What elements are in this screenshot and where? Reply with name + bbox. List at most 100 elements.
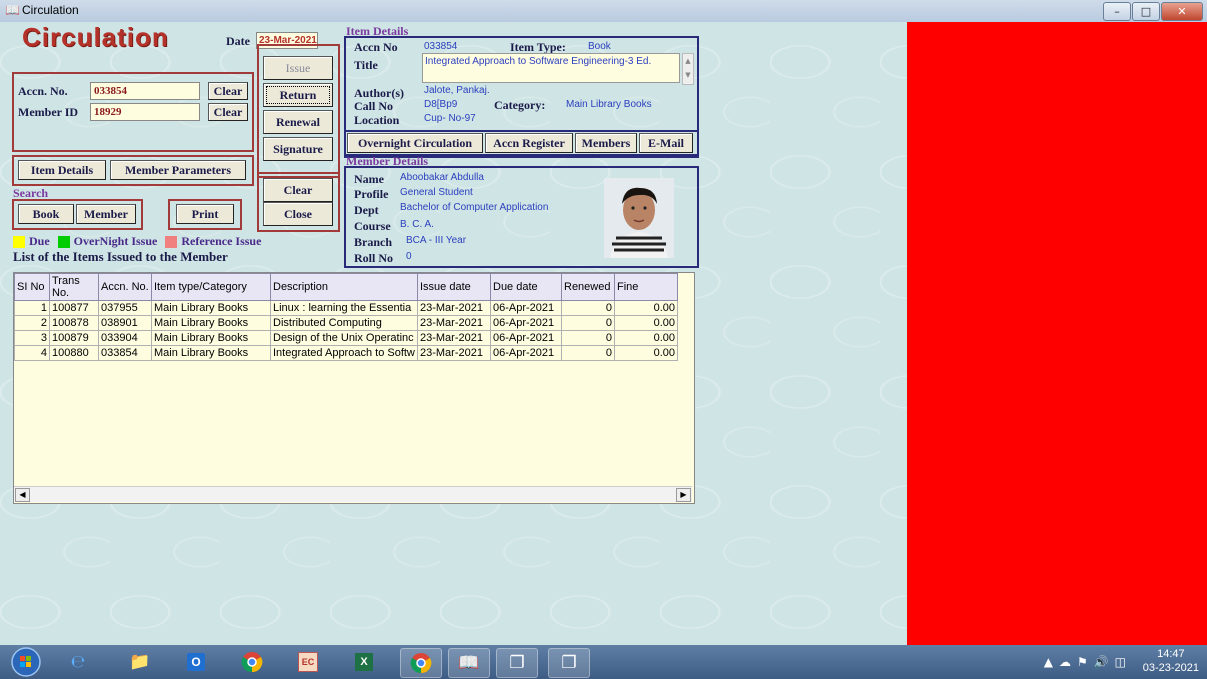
overnight-circulation-button[interactable]: Overnight Circulation bbox=[347, 133, 483, 153]
cell-item-type: Main Library Books bbox=[151, 345, 271, 361]
cell-due-date: 06-Apr-2021 bbox=[490, 315, 562, 331]
cell-fine: 0.00 bbox=[614, 300, 678, 316]
category-label: Category: bbox=[494, 98, 546, 112]
start-orb-icon[interactable] bbox=[8, 647, 44, 677]
col-header-description[interactable]: Description bbox=[270, 273, 418, 301]
calendar-app-icon[interactable]: EC bbox=[288, 648, 328, 676]
library-app-icon[interactable]: 📖 bbox=[448, 648, 490, 678]
reference-legend-label: Reference Issue bbox=[181, 234, 262, 248]
table-horizontal-scrollbar[interactable]: ◀ ▶ bbox=[14, 486, 692, 502]
cell-fine: 0.00 bbox=[614, 315, 678, 331]
table-row[interactable]: 3 100879 033904 Main Library Books Desig… bbox=[14, 330, 678, 346]
member-id-input[interactable]: 18929 bbox=[90, 103, 200, 121]
chrome-alt-icon[interactable] bbox=[400, 648, 442, 678]
accn-clear-button[interactable]: Clear bbox=[208, 82, 248, 100]
accn-input[interactable]: 033854 bbox=[90, 82, 200, 100]
circulation-form: Circulation Date 23-Mar-2021 Accn. No. 0… bbox=[0, 22, 907, 645]
col-header-sl-no[interactable]: SI No bbox=[14, 273, 50, 301]
signature-button[interactable]: Signature bbox=[263, 137, 333, 161]
cell-trans-no: 100878 bbox=[49, 315, 99, 331]
tray-date: 03-23-2021 bbox=[1142, 662, 1199, 674]
red-side-panel bbox=[907, 22, 1207, 645]
item-title-label: Title bbox=[354, 58, 378, 72]
member-parameters-button[interactable]: Member Parameters bbox=[110, 160, 246, 180]
cell-trans-no: 100877 bbox=[49, 300, 99, 316]
tray-clock[interactable]: 14:47 03-23-2021 bbox=[1143, 647, 1199, 675]
internet-explorer-icon[interactable]: ℮ bbox=[58, 648, 98, 676]
member-clear-button[interactable]: Clear bbox=[208, 103, 248, 121]
item-details-button[interactable]: Item Details bbox=[18, 160, 106, 180]
tray-time: 14:47 bbox=[1157, 648, 1185, 660]
cell-accn-no: 033904 bbox=[98, 330, 152, 346]
col-header-item-type[interactable]: Item type/Category bbox=[151, 273, 271, 301]
book-icon: 📖 bbox=[5, 3, 20, 17]
cell-renewed: 0 bbox=[561, 330, 615, 346]
return-button[interactable]: Return bbox=[263, 83, 333, 107]
file-explorer-icon[interactable]: 📁 bbox=[120, 648, 160, 676]
outlook-icon[interactable]: O bbox=[176, 648, 216, 676]
date-label: Date bbox=[226, 34, 250, 48]
col-header-issue-date[interactable]: Issue date bbox=[417, 273, 491, 301]
cell-description: Integrated Approach to Softw bbox=[270, 345, 418, 361]
email-button[interactable]: E-Mail bbox=[639, 133, 693, 153]
taskbar: ℮ 📁 O EC X 📖 ❐ ❐ ▲☁⚑🔊◫ 14:47 03-23-2021 bbox=[0, 645, 1207, 679]
cell-due-date: 06-Apr-2021 bbox=[490, 330, 562, 346]
item-title-field[interactable]: Integrated Approach to Software Engineer… bbox=[422, 53, 680, 83]
scroll-right-icon[interactable]: ▶ bbox=[676, 488, 691, 502]
cell-item-type: Main Library Books bbox=[151, 330, 271, 346]
author-value: Jalote, Pankaj. bbox=[424, 85, 490, 96]
profile-value: General Student bbox=[400, 187, 473, 198]
minimize-button[interactable]: – bbox=[1103, 2, 1131, 21]
cell-sl-no: 4 bbox=[14, 345, 50, 361]
chrome-icon[interactable] bbox=[232, 648, 272, 676]
scroll-left-icon[interactable]: ◀ bbox=[15, 488, 30, 502]
close-window-button[interactable]: ✕ bbox=[1161, 2, 1203, 21]
maximize-button[interactable]: □ bbox=[1132, 2, 1160, 21]
clear-close-frame: Clear Close bbox=[257, 172, 340, 232]
window-app-icon[interactable]: ❐ bbox=[496, 648, 538, 678]
window-app-icon-2[interactable]: ❐ bbox=[548, 648, 590, 678]
col-header-due-date[interactable]: Due date bbox=[490, 273, 562, 301]
accn-register-button[interactable]: Accn Register bbox=[485, 133, 573, 153]
col-header-renewed[interactable]: Renewed bbox=[561, 273, 615, 301]
table-row[interactable]: 1 100877 037955 Main Library Books Linux… bbox=[14, 300, 678, 316]
list-title: List of the Items Issued to the Member bbox=[13, 249, 228, 264]
cell-description: Design of the Unix Operatinc bbox=[270, 330, 418, 346]
print-frame: Print bbox=[168, 199, 242, 230]
close-button[interactable]: Close bbox=[263, 202, 333, 226]
item-type-value: Book bbox=[588, 41, 611, 52]
print-button[interactable]: Print bbox=[176, 204, 234, 224]
cell-sl-no: 1 bbox=[14, 300, 50, 316]
overnight-legend-label: OverNight Issue bbox=[73, 234, 158, 248]
details-tabs-frame: Item Details Member Parameters bbox=[12, 155, 254, 186]
col-header-accn-no[interactable]: Accn. No. bbox=[98, 273, 152, 301]
members-button[interactable]: Members bbox=[575, 133, 637, 153]
col-header-fine[interactable]: Fine bbox=[614, 273, 678, 301]
book-search-button[interactable]: Book bbox=[18, 204, 74, 224]
excel-icon[interactable]: X bbox=[344, 648, 384, 676]
cell-accn-no: 033854 bbox=[98, 345, 152, 361]
accn-label: Accn. No. bbox=[18, 84, 68, 98]
table-row[interactable]: 2 100878 038901 Main Library Books Distr… bbox=[14, 315, 678, 331]
cell-issue-date: 23-Mar-2021 bbox=[417, 315, 491, 331]
title-scrollbar[interactable]: ▲ ▼ bbox=[682, 53, 694, 85]
roll-no-label: Roll No bbox=[354, 251, 393, 265]
system-tray-icons[interactable]: ▲☁⚑🔊◫ bbox=[1044, 655, 1132, 669]
col-header-trans-no[interactable]: Trans No. bbox=[49, 273, 99, 301]
renewal-button[interactable]: Renewal bbox=[263, 110, 333, 134]
table-row[interactable]: 4 100880 033854 Main Library Books Integ… bbox=[14, 345, 678, 361]
cell-issue-date: 23-Mar-2021 bbox=[417, 330, 491, 346]
due-swatch bbox=[13, 235, 25, 248]
page-title: Circulation bbox=[22, 22, 169, 52]
member-search-button[interactable]: Member bbox=[76, 204, 136, 224]
call-no-label: Call No bbox=[354, 99, 393, 113]
member-details-panel: Name Aboobakar Abdulla Profile General S… bbox=[344, 166, 699, 268]
item-accn-label: Accn No bbox=[354, 40, 398, 54]
clear-button[interactable]: Clear bbox=[263, 178, 333, 202]
location-label: Location bbox=[354, 113, 400, 127]
issue-button[interactable]: Issue bbox=[263, 56, 333, 80]
reference-swatch bbox=[165, 235, 178, 248]
branch-label: Branch bbox=[354, 235, 393, 249]
overnight-swatch bbox=[57, 235, 70, 248]
cell-trans-no: 100879 bbox=[49, 330, 99, 346]
